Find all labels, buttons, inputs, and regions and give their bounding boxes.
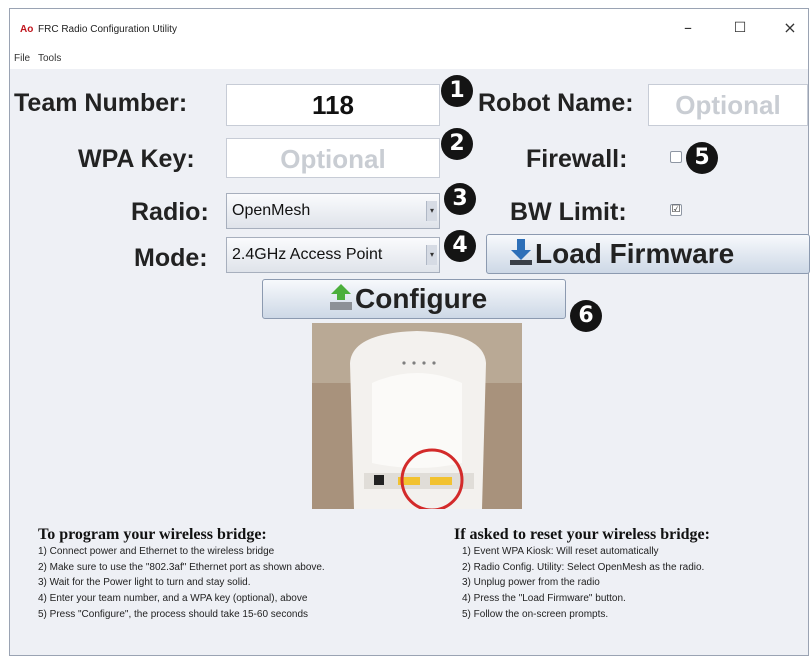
reset-step: 3) Unplug power from the radio bbox=[462, 577, 600, 588]
wpa-key-label: WPA Key: bbox=[78, 145, 195, 173]
firewall-checkbox[interactable] bbox=[670, 151, 682, 163]
load-firmware-label: Load Firmware bbox=[535, 238, 735, 269]
mode-select-value: 2.4GHz Access Point bbox=[232, 246, 383, 263]
team-number-input[interactable]: 118 bbox=[226, 84, 440, 126]
program-step: 2) Make sure to use the "802.3af" Ethern… bbox=[38, 562, 325, 573]
mode-label: Mode: bbox=[134, 244, 208, 272]
radio-device-illustration bbox=[312, 323, 522, 509]
program-step: 4) Enter your team number, and a WPA key… bbox=[38, 593, 308, 604]
close-button[interactable]: × bbox=[772, 15, 808, 41]
reset-step: 4) Press the "Load Firmware" button. bbox=[462, 593, 626, 604]
reset-step: 5) Follow the on-screen prompts. bbox=[462, 609, 609, 620]
chevron-down-icon[interactable]: ▾ bbox=[426, 245, 437, 265]
badge-6: 6 bbox=[570, 300, 602, 332]
load-firmware-button[interactable]: Load Firmware bbox=[486, 234, 810, 274]
reset-instructions-title: If asked to reset your wireless bridge: bbox=[454, 526, 710, 543]
robot-name-input[interactable]: Optional bbox=[648, 84, 808, 126]
badge-4: 4 bbox=[444, 230, 476, 262]
wpa-key-input[interactable]: Optional bbox=[226, 138, 440, 178]
firewall-label: Firewall: bbox=[526, 145, 628, 173]
program-step: 1) Connect power and Ethernet to the wir… bbox=[38, 546, 275, 557]
download-icon bbox=[510, 239, 532, 265]
window-title: FRC Radio Configuration Utility bbox=[38, 24, 177, 35]
bw-limit-label: BW Limit: bbox=[510, 198, 627, 226]
program-step: 3) Wait for the Power light to turn and … bbox=[38, 577, 251, 588]
badge-5: 5 bbox=[686, 142, 718, 174]
radio-select-value: OpenMesh bbox=[232, 202, 311, 219]
radio-label: Radio: bbox=[131, 198, 209, 226]
reset-step: 2) Radio Config. Utility: Select OpenMes… bbox=[462, 562, 705, 573]
radio-select[interactable]: OpenMesh ▾ bbox=[226, 193, 440, 229]
chevron-down-icon[interactable]: ▾ bbox=[426, 201, 437, 221]
minimize-button[interactable]: – bbox=[670, 15, 706, 41]
reset-step: 1) Event WPA Kiosk: Will reset automatic… bbox=[462, 546, 659, 557]
badge-2: 2 bbox=[441, 128, 473, 160]
program-instructions-title: To program your wireless bridge: bbox=[38, 526, 267, 543]
configure-button[interactable]: Configure bbox=[262, 279, 566, 319]
bw-limit-checkbox[interactable]: ☑ bbox=[670, 204, 682, 216]
configure-label: Configure bbox=[355, 283, 488, 314]
menu-bar: File Tools bbox=[10, 49, 808, 69]
badge-1: 1 bbox=[441, 75, 473, 107]
configure-icon bbox=[330, 284, 352, 310]
title-bar: Ao FRC Radio Configuration Utility – ☐ × bbox=[10, 9, 808, 49]
menu-tools[interactable]: Tools bbox=[38, 53, 61, 64]
app-window: Ao FRC Radio Configuration Utility – ☐ ×… bbox=[9, 8, 810, 656]
program-step: 5) Press "Configure", the process should… bbox=[38, 609, 309, 620]
robot-name-label: Robot Name: bbox=[478, 89, 634, 117]
menu-file[interactable]: File bbox=[14, 53, 30, 64]
maximize-button[interactable]: ☐ bbox=[722, 15, 758, 41]
app-logo: Ao bbox=[20, 24, 34, 35]
badge-3: 3 bbox=[444, 183, 476, 215]
radio-photo bbox=[312, 323, 522, 509]
team-number-label: Team Number: bbox=[14, 89, 188, 117]
mode-select[interactable]: 2.4GHz Access Point ▾ bbox=[226, 237, 440, 273]
